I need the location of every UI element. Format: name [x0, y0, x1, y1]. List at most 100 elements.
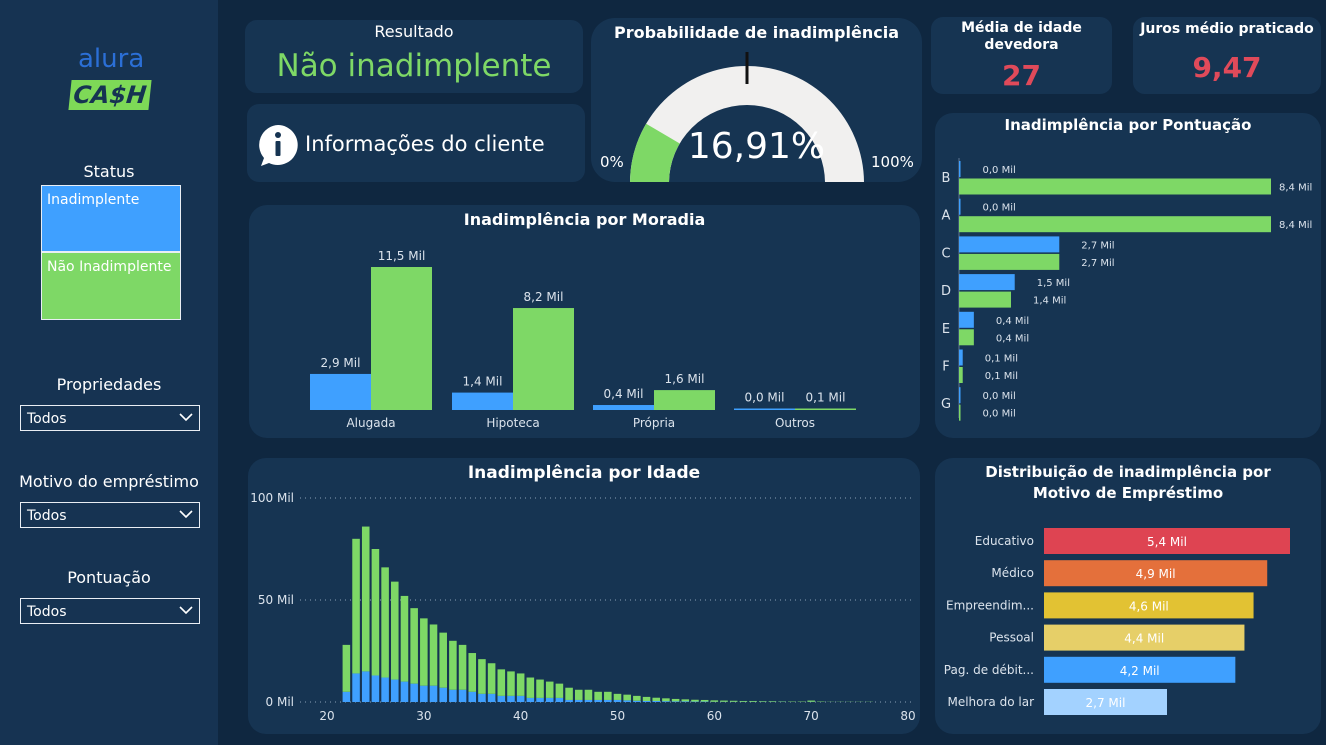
x-tick-label: 40	[513, 709, 528, 723]
bar-nao-inadimplente	[959, 216, 1271, 233]
bar-nao-inadimplente	[739, 700, 748, 702]
data-label: 0,0 Mil	[983, 391, 1016, 402]
sidebar: alura CA$H Status Inadimplente Não Inadi…	[0, 0, 218, 745]
bar-nao-inadimplente	[371, 549, 380, 676]
status-inadimplente-label: Inadimplente	[47, 192, 140, 208]
bar-nao-inadimplente	[439, 632, 447, 688]
data-label: 11,5 Mil	[378, 249, 426, 263]
pontuacao-chart-card: Inadimplência por Pontuação B 0,0 Mil 8,4 …	[935, 113, 1321, 438]
bar-nao-inadimplente	[555, 683, 564, 698]
category-label: Pessoal	[989, 631, 1034, 645]
data-label: 0,1 Mil	[985, 371, 1018, 382]
status-inadimplente[interactable]: Inadimplente	[41, 185, 181, 252]
category-label: Empreendim...	[946, 598, 1034, 612]
bar-inadimplente	[584, 699, 593, 702]
bar-nao-inadimplente	[361, 526, 370, 672]
bar-nao-inadimplente	[507, 671, 515, 696]
bar-inadimplente	[429, 685, 438, 702]
pontuacao-dropdown-value: Todos	[27, 604, 67, 620]
motivo-dropdown[interactable]: Todos	[20, 502, 200, 528]
bar-nao-inadimplente	[604, 691, 612, 700]
info-icon	[259, 125, 298, 166]
bar-nao-inadimplente	[758, 701, 767, 702]
bar-nao-inadimplente	[691, 699, 699, 702]
chevron-down-icon	[179, 510, 193, 519]
bar-inadimplente	[310, 373, 371, 410]
bar-inadimplente	[536, 697, 544, 702]
category-label: Médico	[991, 566, 1034, 580]
data-label: 5,4 Mil	[1147, 535, 1187, 549]
bar-inadimplente	[555, 697, 564, 702]
bar-inadimplente	[574, 699, 583, 702]
data-label: 0,4 Mil	[604, 387, 644, 401]
bar-nao-inadimplente	[429, 624, 438, 686]
interest-kpi-value: 9,47	[1192, 51, 1262, 84]
bar-nao-inadimplente	[584, 689, 593, 700]
category-label: C	[941, 246, 950, 261]
pontuacao-chart: B 0,0 Mil 8,4 Mil A 0,0 Mil 8,4 Mil C 2,7 Mil 2,…	[941, 158, 1312, 421]
bar-nao-inadimplente	[371, 267, 432, 410]
bar-nao-inadimplente	[795, 408, 856, 410]
status-nao-inadimplente[interactable]: Não Inadimplente	[41, 252, 181, 320]
bar-inadimplente	[352, 673, 360, 702]
bar-inadimplente	[497, 695, 506, 702]
bar-inadimplente	[371, 675, 380, 702]
propriedades-dropdown[interactable]: Todos	[20, 405, 200, 431]
category-label: A	[942, 209, 951, 224]
bar-inadimplente	[361, 671, 370, 702]
bar-nao-inadimplente	[594, 691, 602, 700]
idade-chart: 0 Mil 50 Mil 100 Mil 20 30 40 50 60 70 80	[250, 491, 915, 723]
data-label: 0,0 Mil	[983, 165, 1016, 176]
bar-inadimplente	[959, 236, 1060, 253]
bar-nao-inadimplente	[391, 581, 399, 680]
x-tick-label: 60	[707, 709, 722, 723]
bar-nao-inadimplente	[613, 693, 622, 700]
bar-nao-inadimplente	[497, 669, 506, 696]
bar-nao-inadimplente	[710, 700, 719, 702]
bar-inadimplente	[468, 691, 477, 702]
bar-inadimplente	[452, 392, 513, 410]
bar-nao-inadimplente	[681, 699, 690, 702]
bar-inadimplente	[594, 699, 602, 702]
pontuacao-dropdown[interactable]: Todos	[20, 598, 200, 624]
data-label: 0,1 Mil	[985, 354, 1018, 365]
result-title: Resultado	[374, 22, 454, 41]
data-label: 0,0 Mil	[983, 409, 1016, 420]
bar-nao-inadimplente	[807, 700, 815, 702]
data-label: 0,4 Mil	[996, 316, 1029, 327]
bar-nao-inadimplente	[749, 700, 757, 702]
bar-nao-inadimplente	[959, 253, 1060, 270]
data-label: 1,4 Mil	[1033, 296, 1066, 307]
status-nao-inadimplente-label: Não Inadimplente	[47, 259, 172, 275]
bar-inadimplente	[516, 695, 525, 702]
bar-nao-inadimplente	[959, 329, 974, 346]
bar-nao-inadimplente	[526, 677, 535, 698]
client-info-button[interactable]: Informações do cliente	[247, 104, 585, 182]
bar-nao-inadimplente	[565, 687, 573, 700]
bar-nao-inadimplente	[487, 663, 496, 694]
bar-inadimplente	[734, 408, 795, 410]
bar-inadimplente	[959, 349, 963, 366]
bar-inadimplente	[565, 699, 573, 702]
moradia-chart-card: Inadimplência por Moradia 2,9 Mil 11,5 Mi…	[249, 205, 920, 438]
bar-nao-inadimplente	[545, 681, 554, 698]
bar-nao-inadimplente	[381, 567, 389, 678]
y-tick-label: 100 Mil	[250, 491, 294, 505]
idade-chart-card: Inadimplência por Idade 0 Mil 50 Mil 100 M…	[248, 458, 920, 734]
bar-nao-inadimplente	[410, 608, 418, 684]
bar-nao-inadimplente	[633, 695, 641, 701]
category-label: G	[941, 397, 951, 412]
bar-inadimplente	[342, 691, 351, 702]
motivo-dropdown-value: Todos	[27, 508, 67, 524]
data-label: 1,6 Mil	[665, 372, 705, 386]
bar-inadimplente	[410, 683, 418, 702]
bar-nao-inadimplente	[623, 694, 631, 701]
bar-nao-inadimplente	[671, 698, 680, 702]
bar-nao-inadimplente	[662, 698, 670, 702]
category-label: F	[942, 360, 949, 375]
data-label: 1,5 Mil	[1037, 278, 1070, 289]
bar-inadimplente	[593, 405, 654, 410]
data-label: 2,7 Mil	[1081, 240, 1114, 251]
bar-nao-inadimplente	[516, 673, 525, 696]
interest-kpi-title: Juros médio praticado	[1140, 21, 1314, 37]
